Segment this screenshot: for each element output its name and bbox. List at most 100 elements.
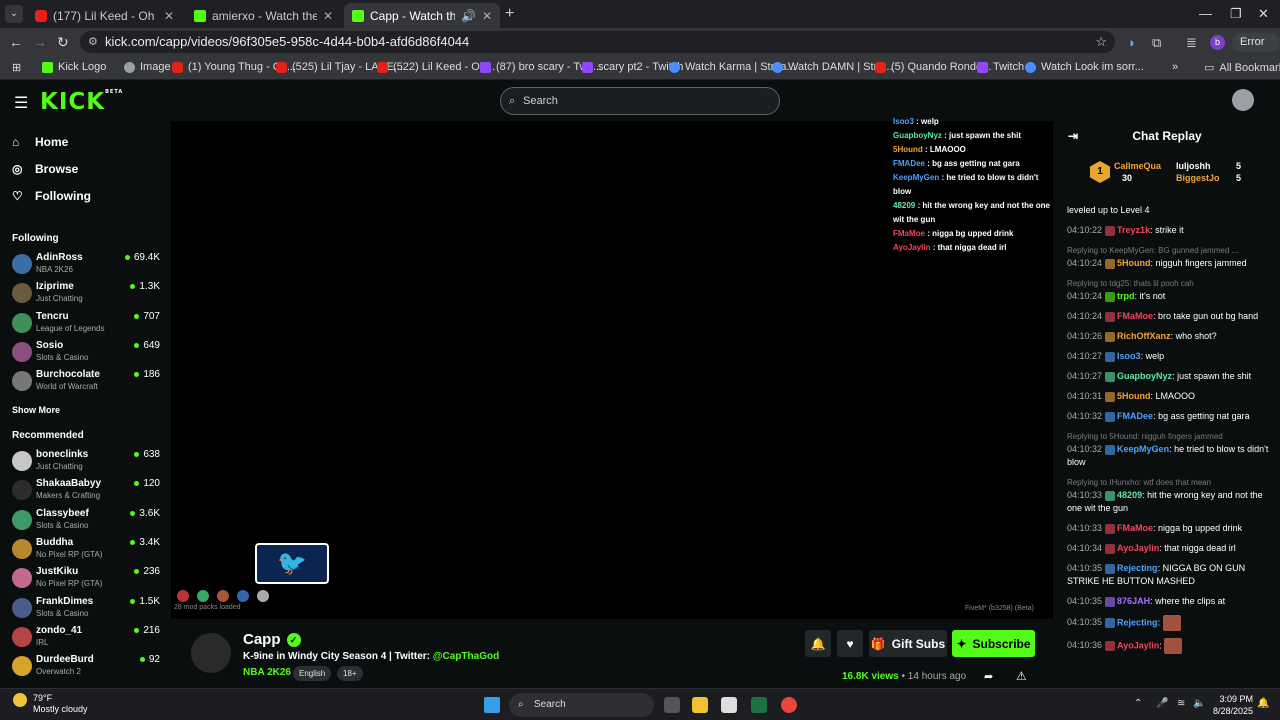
streamer-name[interactable]: Capp ✓ (243, 631, 301, 648)
tag-language[interactable]: English (293, 666, 332, 681)
channel-item[interactable]: Iziprime Just Chatting 1.3K (12, 281, 160, 309)
window-close-button[interactable]: ✕ (1258, 6, 1269, 22)
chat-username[interactable]: FMaMoe (1117, 523, 1153, 533)
kick-logo[interactable]: KICKBETA (40, 89, 123, 115)
reply-context[interactable]: Replying to KeepMyGen: BG gunned jammed … (1067, 244, 1273, 257)
chat-username[interactable]: 5Hound (1117, 391, 1151, 401)
channel-item[interactable]: Tencru League of Legends 707 (12, 311, 160, 339)
tag-mature[interactable]: 18+ (337, 666, 363, 681)
url-bar[interactable]: ⚙ kick.com/capp/videos/96f305e5-958c-4d4… (80, 31, 1115, 53)
chrome-icon[interactable] (781, 697, 797, 713)
collapse-chat-icon[interactable]: ⇥ (1068, 121, 1078, 151)
all-bookmarks[interactable]: ▭ All Bookmarks (1204, 61, 1280, 75)
share-icon[interactable]: ➦ (984, 670, 993, 683)
extensions-icon[interactable]: ⧉ (1152, 35, 1161, 51)
channel-item[interactable]: Sosio Slots & Casino 649 (12, 340, 160, 368)
apps-icon[interactable]: ⊞ (12, 61, 21, 74)
excel-icon[interactable] (751, 697, 767, 713)
chat-username[interactable]: 5Hound (1117, 258, 1151, 268)
bookmark-item[interactable]: Watch Look im sorr... (1025, 61, 1144, 73)
restore-button[interactable]: ❐ (1230, 6, 1242, 22)
chat-username[interactable]: AyoJaylin (1117, 640, 1159, 650)
search-input[interactable]: ⌕ Search (500, 87, 780, 115)
chat-username[interactable]: RichOffXanz (1117, 331, 1171, 341)
follow-button[interactable]: ♥ (837, 630, 863, 657)
site-info-icon[interactable]: ⚙ (88, 31, 98, 53)
chat-username[interactable]: Rejecting (1117, 563, 1158, 573)
channel-item[interactable]: ShakaaBabyy Makers & Crafting 120 (12, 478, 160, 506)
browser-tab-1[interactable]: (177) Lil Keed - Oh My God [Of ✕ (27, 3, 182, 28)
browser-tab-2[interactable]: amierxo - Watch the VOD on K ✕ (186, 3, 341, 28)
chat-username[interactable]: trpd (1117, 291, 1135, 301)
wifi-icon[interactable]: ≋ (1177, 698, 1185, 709)
channel-item[interactable]: Burchocolate World of Warcraft 186 (12, 369, 160, 397)
windows-start-icon[interactable] (484, 697, 500, 713)
chat-username[interactable]: Treyz1k (1117, 225, 1150, 235)
subscribe-button[interactable]: ✦ Subscribe (952, 630, 1035, 657)
chat-username[interactable]: AyoJaylin (1117, 543, 1159, 553)
back-button[interactable]: ← (9, 34, 23, 50)
listen-icon[interactable]: ◗ (1128, 35, 1136, 50)
weather-widget[interactable]: 79°F Mostly cloudy (33, 693, 88, 715)
reply-context[interactable]: Replying to tdg25: thats lil pooh cah (1067, 277, 1273, 290)
media-icon[interactable]: ≣ (1186, 35, 1197, 51)
file-explorer-icon[interactable] (692, 697, 708, 713)
bookmarks-overflow-icon[interactable]: » (1172, 61, 1178, 73)
twitter-link[interactable]: @CapThaGod (433, 651, 499, 662)
reload-button[interactable]: ↻ (57, 34, 69, 51)
close-icon[interactable]: ✕ (482, 9, 492, 23)
tab-search-button[interactable]: ⌄ (5, 5, 23, 23)
notification-bell-button[interactable]: 🔔 (805, 630, 831, 657)
tray-overflow-icon[interactable]: ⌃ (1134, 698, 1142, 709)
report-icon[interactable]: ⚠ (1016, 669, 1027, 683)
nav-following[interactable]: ♡ Following (12, 189, 91, 203)
error-button[interactable]: Error ⋮ (1232, 33, 1280, 67)
close-icon[interactable]: ✕ (164, 9, 174, 23)
browser-tab-3-active[interactable]: Capp - Watch the VOD on K 🔊 ✕ (344, 3, 500, 28)
channel-item[interactable]: Classybeef Slots & Casino 3.6K (12, 508, 160, 536)
new-tab-button[interactable]: + (505, 5, 514, 23)
chat-username[interactable]: 876JAH (1117, 596, 1150, 606)
bookmark-item[interactable]: (522) Lil Keed - Oh... (377, 61, 495, 73)
clock[interactable]: 3:09 PM 8/28/2025 (1213, 693, 1253, 717)
channel-item[interactable]: DurdeeBurd Overwatch 2 92 (12, 654, 160, 682)
chat-username[interactable]: FMADee (1117, 411, 1153, 421)
nav-browse[interactable]: ◎ Browse (12, 162, 78, 176)
app-icon[interactable] (721, 697, 737, 713)
chat-username[interactable]: Isoo3 (1117, 351, 1141, 361)
task-view-icon[interactable] (664, 697, 680, 713)
bookmark-item[interactable]: Kick Logo (42, 61, 106, 73)
bookmark-star-icon[interactable]: ☆ (1095, 31, 1107, 53)
channel-item[interactable]: zondo_41 IRL 216 (12, 625, 160, 653)
leader-name[interactable]: CallmeQua (1114, 161, 1161, 171)
taskbar-search[interactable]: ⌕ Search (509, 693, 654, 717)
show-more-button[interactable]: Show More (12, 405, 60, 415)
reply-context[interactable]: Replying to 5Hound: nigguh fingers jamme… (1067, 430, 1273, 443)
chat-username[interactable]: KeepMyGen (1117, 444, 1169, 454)
microphone-icon[interactable]: 🎤 (1156, 698, 1168, 709)
bookmark-item[interactable]: Image (124, 61, 171, 73)
menu-icon[interactable]: ☰ (14, 93, 28, 113)
channel-item[interactable]: FrankDimes Slots & Casino 1.5K (12, 596, 160, 624)
reply-context[interactable]: Replying to IHunxho: wtf does that mean (1067, 476, 1273, 489)
gift-subs-button[interactable]: 🎁 Gift Subs (869, 630, 947, 657)
bookmark-item[interactable]: Twitch (977, 61, 1024, 73)
chat-username[interactable]: Rejecting (1117, 617, 1158, 627)
bookmark-item[interactable]: (5) Quando Rondo... (875, 61, 991, 73)
channel-item[interactable]: AdinRoss NBA 2K26 69.4K (12, 252, 160, 280)
close-icon[interactable]: ✕ (323, 9, 333, 23)
profile-avatar[interactable]: b (1210, 35, 1225, 50)
nav-home[interactable]: ⌂ Home (12, 135, 68, 149)
channel-item[interactable]: JustKiku No Pixel RP (GTA) 236 (12, 566, 160, 594)
forward-button[interactable]: → (33, 34, 47, 50)
minimize-button[interactable]: — (1199, 6, 1212, 21)
chat-username[interactable]: FMaMoe (1117, 311, 1153, 321)
stream-category[interactable]: NBA 2K26 (243, 667, 291, 678)
chat-username[interactable]: GuapboyNyz (1117, 371, 1172, 381)
leader-name[interactable]: BiggestJo (1176, 173, 1220, 183)
channel-item[interactable]: Buddha No Pixel RP (GTA) 3.4K (12, 537, 160, 565)
mute-icon[interactable]: 🔊 (461, 9, 476, 23)
streamer-avatar[interactable] (191, 633, 231, 673)
notification-icon[interactable]: 🔔 (1257, 698, 1269, 709)
leader-name[interactable]: luljoshh (1176, 161, 1211, 171)
